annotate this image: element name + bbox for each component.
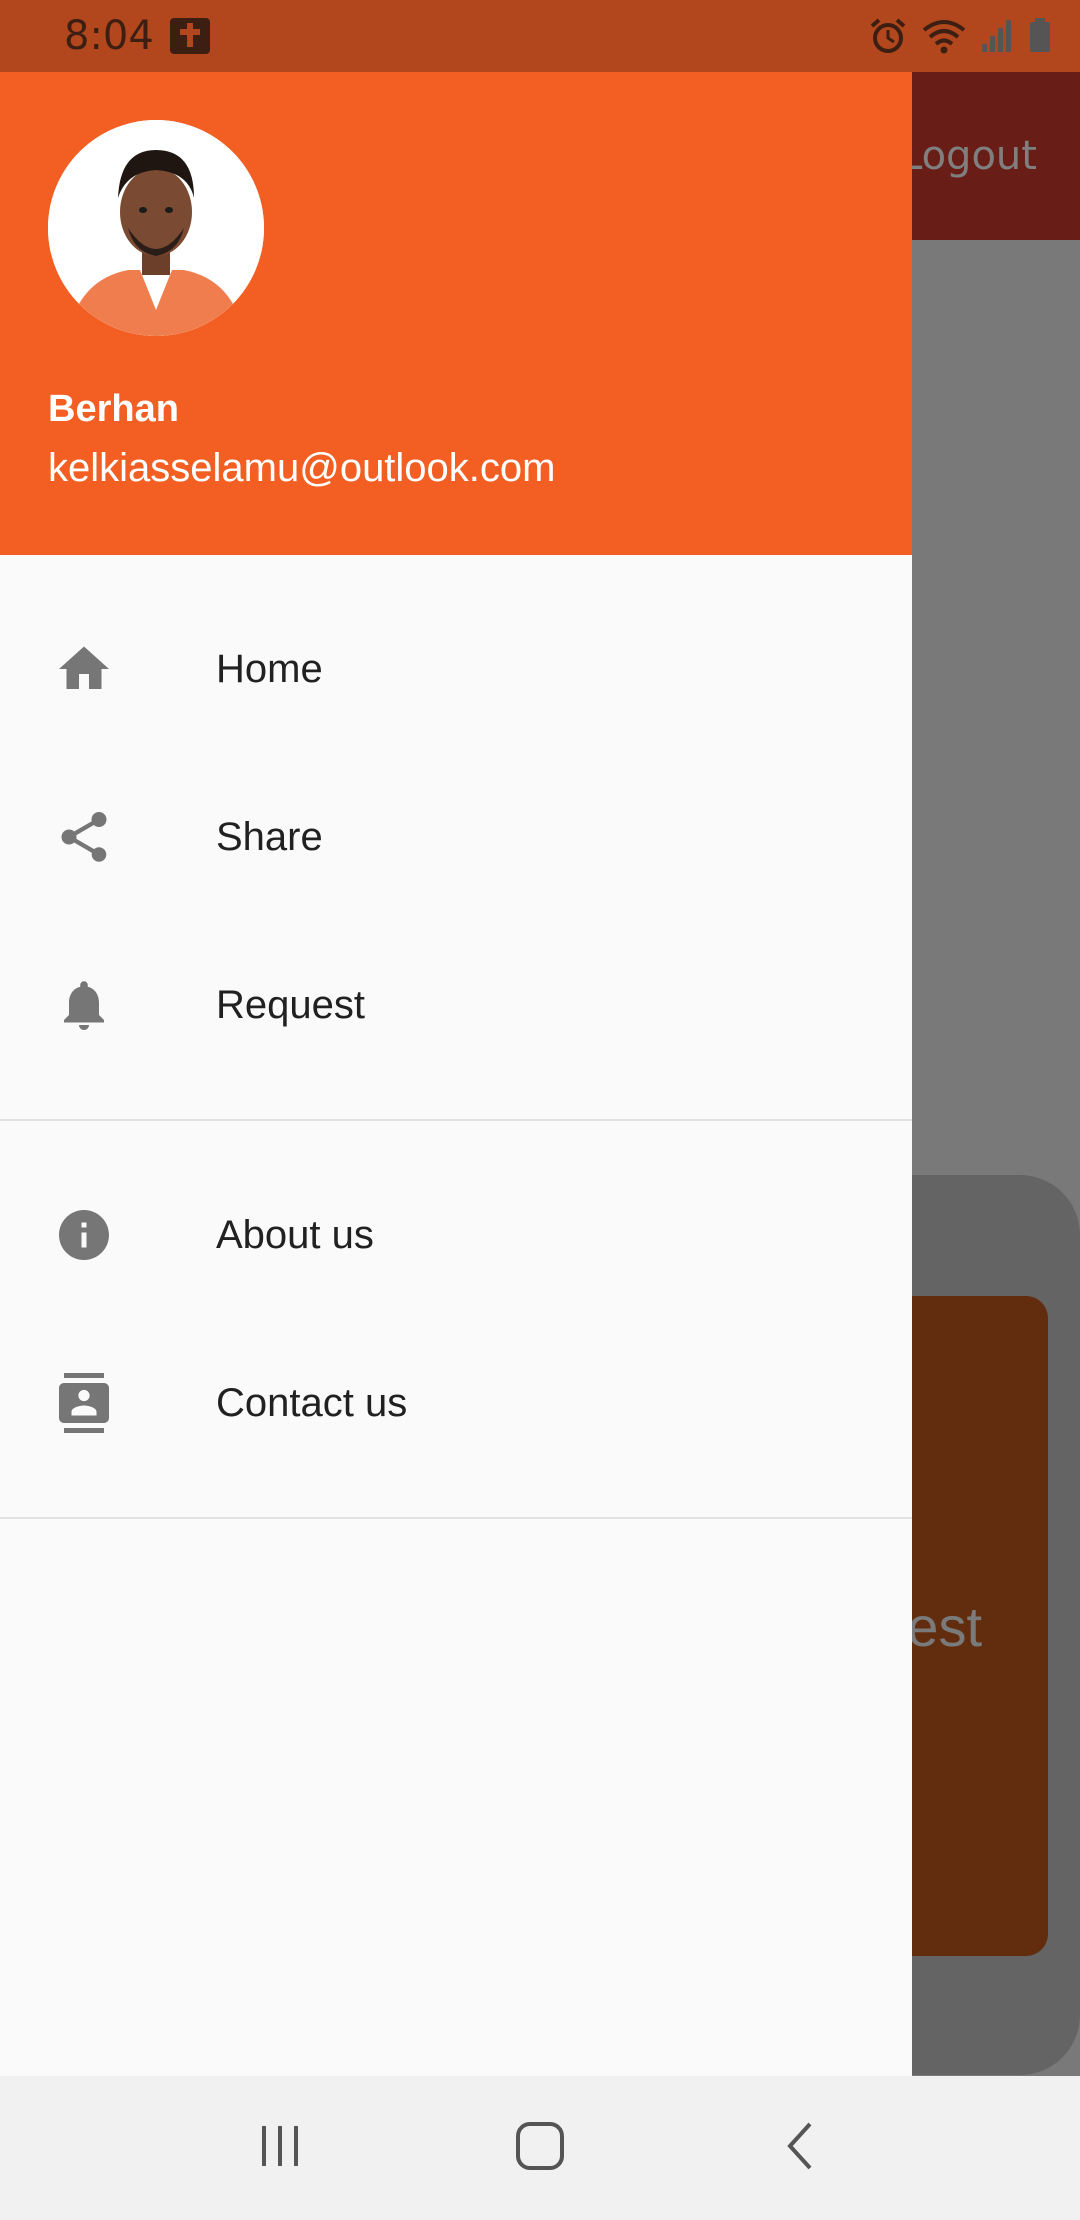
menu-item-label: Contact us: [216, 1380, 408, 1425]
user-name: Berhan: [48, 388, 179, 430]
navigation-drawer: Berhan kelkiasselamu@outlook.com Home Sh…: [0, 72, 912, 2076]
divider: [0, 1517, 912, 1519]
back-icon: [780, 2120, 820, 2177]
system-nav-bar: [0, 2076, 1080, 2220]
user-email: kelkiasselamu@outlook.com: [48, 446, 556, 490]
avatar[interactable]: [48, 120, 264, 336]
menu-item-about-us[interactable]: About us: [0, 1151, 912, 1319]
menu-item-contact-us[interactable]: Contact us: [0, 1319, 912, 1487]
menu-item-label: Request: [216, 982, 365, 1027]
menu-item-label: About us: [216, 1212, 374, 1257]
menu-group-main: Home Share Request: [0, 555, 912, 1119]
share-icon: [54, 807, 114, 867]
battery-icon: [1028, 16, 1052, 56]
menu-item-home[interactable]: Home: [0, 585, 912, 753]
menu-group-info: About us Contact us: [0, 1121, 912, 1517]
recents-button[interactable]: [230, 2098, 330, 2198]
home-nav-button[interactable]: [490, 2098, 590, 2198]
info-icon: [54, 1205, 114, 1265]
alarm-icon: [868, 16, 908, 56]
signal-icon: [980, 16, 1016, 56]
contact-card-icon: [54, 1373, 114, 1433]
back-button[interactable]: [750, 2098, 850, 2198]
menu-item-label: Share: [216, 814, 323, 859]
menu-item-request[interactable]: Request: [0, 921, 912, 1089]
bell-icon: [54, 975, 114, 1035]
status-bar: 8:04: [0, 0, 1080, 72]
status-time: 8:04: [64, 13, 154, 59]
recents-icon: [256, 2122, 304, 2175]
home-icon: [54, 639, 114, 699]
wifi-icon: [920, 16, 968, 56]
menu-item-share[interactable]: Share: [0, 753, 912, 921]
drawer-header: Berhan kelkiasselamu@outlook.com: [0, 72, 912, 555]
bible-app-icon: [168, 16, 212, 56]
menu-item-label: Home: [216, 646, 323, 691]
home-button-icon: [514, 2120, 566, 2177]
